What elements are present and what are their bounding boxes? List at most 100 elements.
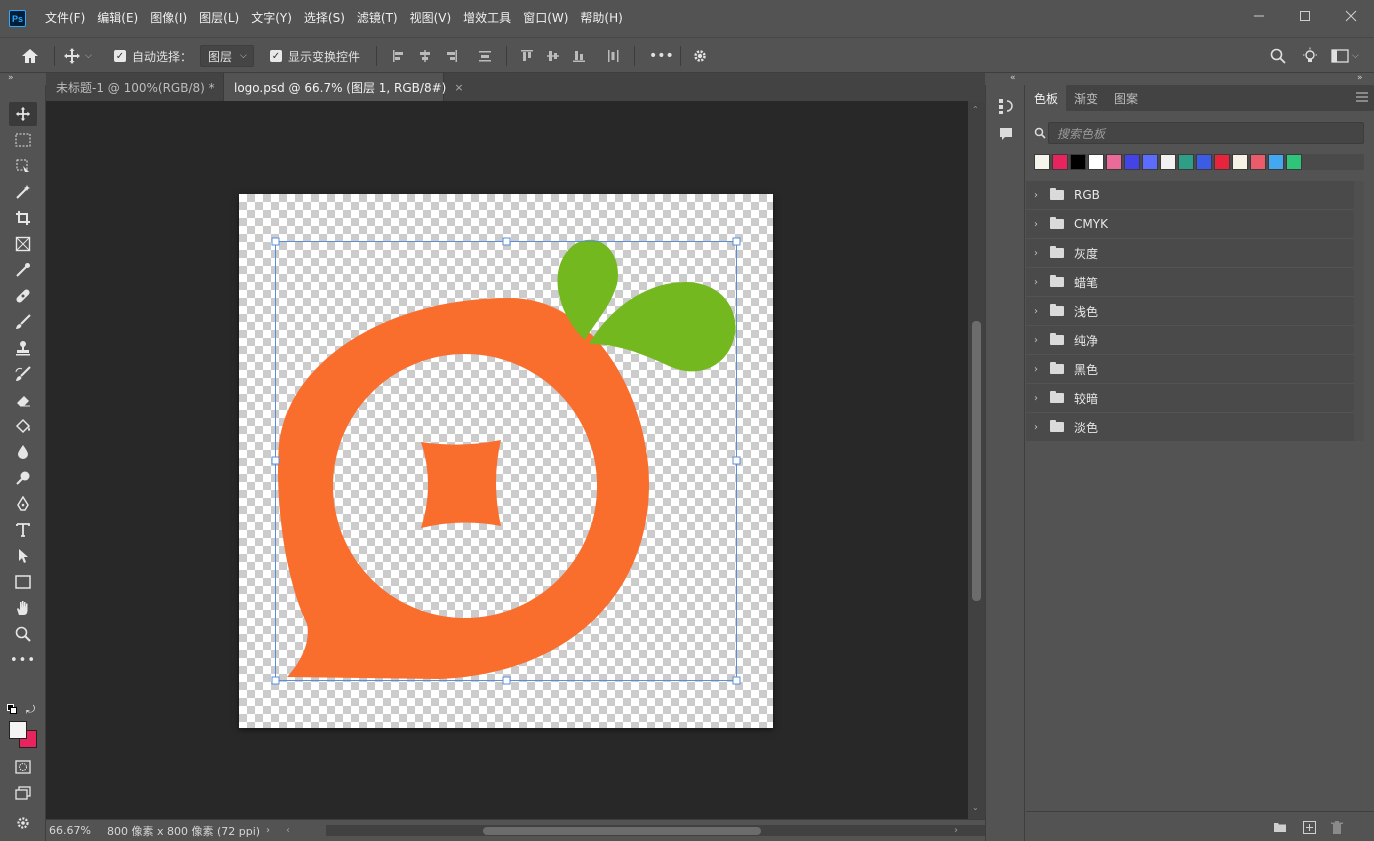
type-tool[interactable] <box>9 518 37 542</box>
default-colors-icon[interactable] <box>7 704 17 714</box>
zoom-tool[interactable] <box>9 622 37 646</box>
scroll-left-icon[interactable]: ‹ <box>286 825 290 836</box>
swatch-color[interactable] <box>1034 154 1050 170</box>
clone-stamp-tool[interactable] <box>9 336 37 360</box>
collapse-tools-icon[interactable]: » <box>8 73 14 85</box>
swatch-group-pastel[interactable]: › 蜡笔 <box>1026 268 1354 297</box>
swatch-group-rgb[interactable]: › RGB <box>1026 181 1354 210</box>
foreground-color-swatch[interactable] <box>9 721 27 739</box>
brush-tool[interactable] <box>9 310 37 334</box>
tab-swatches[interactable]: 色板 <box>1026 85 1067 111</box>
swatch-color[interactable] <box>1286 154 1302 170</box>
swatch-color[interactable] <box>1106 154 1122 170</box>
swatch-color[interactable] <box>1196 154 1212 170</box>
path-selection-tool[interactable] <box>9 544 37 568</box>
groups-scrollbar[interactable] <box>1354 181 1364 441</box>
align-top-button[interactable] <box>520 38 534 74</box>
align-middle-button[interactable] <box>546 38 560 74</box>
swatch-color[interactable] <box>1142 154 1158 170</box>
swatch-color[interactable] <box>1268 154 1284 170</box>
workspace-button[interactable]: ⌵ <box>1331 38 1359 74</box>
zoom-level[interactable]: 66.67% <box>49 824 103 837</box>
rectangle-tool[interactable] <box>9 570 37 594</box>
document-tab-logo[interactable]: logo.psd @ 66.7% (图层 1, RGB/8#) × <box>224 73 464 101</box>
auto-select-checkbox[interactable]: ✓ <box>114 50 126 62</box>
expand-panels-icon[interactable]: » <box>1357 73 1363 85</box>
new-swatch-button[interactable] <box>1301 819 1317 835</box>
swatch-color[interactable] <box>1214 154 1230 170</box>
swatch-group-pale[interactable]: › 淡色 <box>1026 413 1354 442</box>
transform-handle-bottom[interactable] <box>502 676 511 685</box>
transform-handle-right[interactable] <box>732 456 741 465</box>
menu-file[interactable]: 文件(F) <box>39 0 91 37</box>
swatch-group-dark[interactable]: › 黑色 <box>1026 355 1354 384</box>
eraser-tool[interactable] <box>9 388 37 412</box>
marquee-tool[interactable] <box>9 128 37 152</box>
align-center-h-button[interactable] <box>418 38 432 74</box>
history-panel-button[interactable] <box>995 95 1017 117</box>
swatch-group-pure[interactable]: › 纯净 <box>1026 326 1354 355</box>
close-icon[interactable]: × <box>454 81 463 94</box>
transform-handle-bottom-left[interactable] <box>271 676 280 685</box>
more-options-button[interactable]: ••• <box>649 38 674 74</box>
menu-window[interactable]: 窗口(W) <box>517 0 574 37</box>
swap-colors-icon[interactable]: ⤾ <box>26 703 35 717</box>
home-button[interactable] <box>20 38 40 74</box>
menu-help[interactable]: 帮助(H) <box>574 0 628 37</box>
frame-tool[interactable] <box>9 232 37 256</box>
horizontal-scroll-thumb[interactable] <box>483 827 761 835</box>
swatch-color[interactable] <box>1250 154 1266 170</box>
close-button[interactable] <box>1328 0 1374 32</box>
distribute-vertical-button[interactable] <box>478 38 492 74</box>
transform-handle-top-left[interactable] <box>271 237 280 246</box>
horizontal-scrollbar[interactable] <box>326 825 1006 836</box>
transform-handle-top-right[interactable] <box>732 237 741 246</box>
comments-panel-button[interactable] <box>995 123 1017 145</box>
menu-image[interactable]: 图像(I) <box>144 0 193 37</box>
healing-brush-tool[interactable] <box>9 284 37 308</box>
blur-tool[interactable] <box>9 440 37 464</box>
minimize-button[interactable] <box>1236 0 1282 32</box>
transform-handle-top[interactable] <box>502 237 511 246</box>
menu-select[interactable]: 选择(S) <box>298 0 351 37</box>
crop-tool[interactable] <box>9 206 37 230</box>
swatch-group-grayscale[interactable]: › 灰度 <box>1026 239 1354 268</box>
hand-tool[interactable] <box>9 596 37 620</box>
swatch-color[interactable] <box>1052 154 1068 170</box>
transform-handle-left[interactable] <box>271 456 280 465</box>
menu-edit[interactable]: 编辑(E) <box>91 0 144 37</box>
eyedropper-tool[interactable] <box>9 258 37 282</box>
discover-button[interactable] <box>1301 38 1319 74</box>
search-button[interactable] <box>1270 38 1286 74</box>
tab-gradients[interactable]: 渐变 <box>1066 85 1106 111</box>
swatch-color[interactable] <box>1070 154 1086 170</box>
document-info[interactable]: 800 像素 x 800 像素 (72 ppi) <box>107 823 260 839</box>
canvas-area[interactable] <box>46 101 968 819</box>
magic-wand-tool[interactable] <box>9 180 37 204</box>
document-canvas[interactable] <box>239 194 773 728</box>
swatch-color[interactable] <box>1178 154 1194 170</box>
more-tools[interactable]: ••• <box>9 648 37 672</box>
lasso-tool[interactable] <box>9 154 37 178</box>
align-bottom-button[interactable] <box>572 38 586 74</box>
show-transform-checkbox[interactable]: ✓ <box>270 50 282 62</box>
scroll-down-icon[interactable]: ⌄ <box>972 803 979 812</box>
quick-mask-button[interactable] <box>9 755 37 779</box>
panel-menu-icon[interactable] <box>1356 91 1368 105</box>
paint-bucket-tool[interactable] <box>9 414 37 438</box>
swatch-group-darker[interactable]: › 较暗 <box>1026 384 1354 413</box>
maximize-button[interactable] <box>1282 0 1328 32</box>
menu-layer[interactable]: 图层(L) <box>193 0 245 37</box>
swatch-color[interactable] <box>1088 154 1104 170</box>
swatch-group-cmyk[interactable]: › CMYK <box>1026 210 1354 239</box>
scroll-right-icon[interactable]: › <box>954 825 958 836</box>
menu-type[interactable]: 文字(Y) <box>245 0 298 37</box>
transform-handle-bottom-right[interactable] <box>732 676 741 685</box>
screen-mode-button[interactable] <box>9 781 37 805</box>
edit-toolbar-button[interactable] <box>9 811 37 835</box>
swatch-search-input[interactable]: 搜索色板 <box>1048 122 1364 144</box>
swatch-color[interactable] <box>1232 154 1248 170</box>
document-tab-untitled[interactable]: 未标题-1 @ 100%(RGB/8) * × <box>46 73 232 101</box>
menu-view[interactable]: 视图(V) <box>404 0 458 37</box>
menu-plugins[interactable]: 增效工具 <box>457 0 517 37</box>
